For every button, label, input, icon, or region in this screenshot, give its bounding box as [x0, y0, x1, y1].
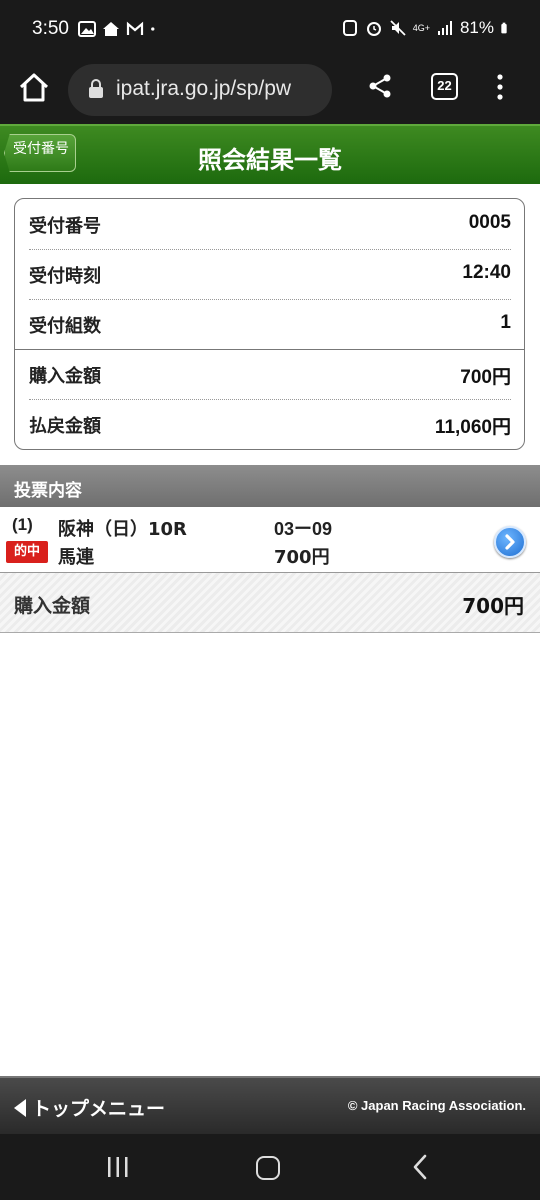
- total-label: 購入金額: [14, 595, 91, 617]
- bet-race: 阪神（日）10R: [58, 519, 187, 540]
- summary-row-purchase-amount: 購入金額 700円: [29, 349, 511, 399]
- detail-button[interactable]: [494, 526, 526, 558]
- gmail-icon: [126, 21, 144, 35]
- network-type: 4G+: [412, 23, 430, 33]
- hit-badge: 的中: [6, 541, 48, 563]
- page-header: 受付番号 照会結果一覧: [0, 124, 540, 184]
- summary-value: 11,060円: [434, 417, 511, 438]
- summary-label: 受付組数: [29, 316, 101, 337]
- overflow-menu-icon[interactable]: [490, 72, 510, 102]
- gallery-icon: [78, 21, 96, 37]
- total-value: 700円: [462, 594, 524, 618]
- url-bar[interactable]: ipat.jra.go.jp/sp/pw: [68, 64, 332, 116]
- section-header-bets: 投票内容: [0, 465, 540, 507]
- status-right: 4G+ 81%: [341, 18, 512, 38]
- bet-amount: 700円: [274, 547, 330, 568]
- triangle-left-icon: [14, 1098, 26, 1117]
- home-nav-icon[interactable]: [256, 1156, 280, 1180]
- summary-row-receipt-number: 受付番号 0005: [29, 199, 511, 249]
- mute-icon: [390, 20, 406, 36]
- bet-number: (1): [12, 515, 33, 534]
- page-title: 照会結果一覧: [198, 146, 342, 174]
- total-row: 購入金額 700円: [0, 573, 540, 633]
- battery-icon: [501, 22, 507, 34]
- system-nav-bar: [0, 1134, 540, 1200]
- signal-icon: [437, 21, 452, 35]
- top-menu-link[interactable]: トップメニュー: [14, 1094, 165, 1121]
- url-text: ipat.jra.go.jp/sp/pw: [116, 77, 292, 100]
- summary-row-receipt-time: 受付時刻 12:40: [29, 249, 511, 299]
- summary-value: 12:40: [462, 262, 511, 283]
- summary-label: 購入金額: [29, 366, 101, 387]
- bet-combination: 03ー09: [274, 519, 333, 539]
- summary-label: 受付番号: [29, 216, 101, 237]
- alarm-icon: [366, 22, 381, 36]
- browser-toolbar: ipat.jra.go.jp/sp/pw 22: [0, 62, 540, 124]
- recycle-icon: [342, 20, 357, 36]
- top-menu-label: トップメニュー: [32, 1098, 166, 1120]
- summary-value: 1: [500, 312, 511, 333]
- summary-label: 払戻金額: [29, 416, 101, 437]
- summary-value: 0005: [468, 212, 511, 233]
- bet-type: 馬連: [58, 547, 94, 568]
- footer-bar: トップメニュー © Japan Racing Association.: [0, 1076, 540, 1134]
- home-app-icon: [103, 22, 119, 36]
- chevron-right-icon: [505, 534, 515, 550]
- battery-percent: 81%: [459, 18, 494, 37]
- status-time: 3:50: [32, 18, 69, 39]
- summary-label: 受付時刻: [29, 266, 101, 287]
- home-icon[interactable]: [16, 70, 52, 106]
- summary-row-combination-count: 受付組数 1: [29, 299, 511, 349]
- summary-row-payout-amount: 払戻金額 11,060円: [29, 399, 511, 449]
- lock-icon: [89, 79, 103, 98]
- back-nav-icon[interactable]: [410, 1154, 430, 1180]
- bet-row[interactable]: (1) 的中 阪神（日）10R 馬連 03ー09 700円: [0, 507, 540, 573]
- dot-icon: [151, 27, 155, 31]
- share-icon[interactable]: [366, 72, 394, 100]
- summary-card: 受付番号 0005 受付時刻 12:40 受付組数 1 購入金額 700円 払戻…: [14, 198, 525, 450]
- tab-switcher-button[interactable]: 22: [431, 73, 458, 100]
- recents-icon[interactable]: [106, 1156, 130, 1178]
- summary-value: 700円: [460, 367, 511, 388]
- status-bar: 3:50 4G+ 81%: [0, 0, 540, 62]
- notification-icons: [78, 20, 160, 38]
- copyright: © Japan Racing Association.: [347, 1098, 526, 1113]
